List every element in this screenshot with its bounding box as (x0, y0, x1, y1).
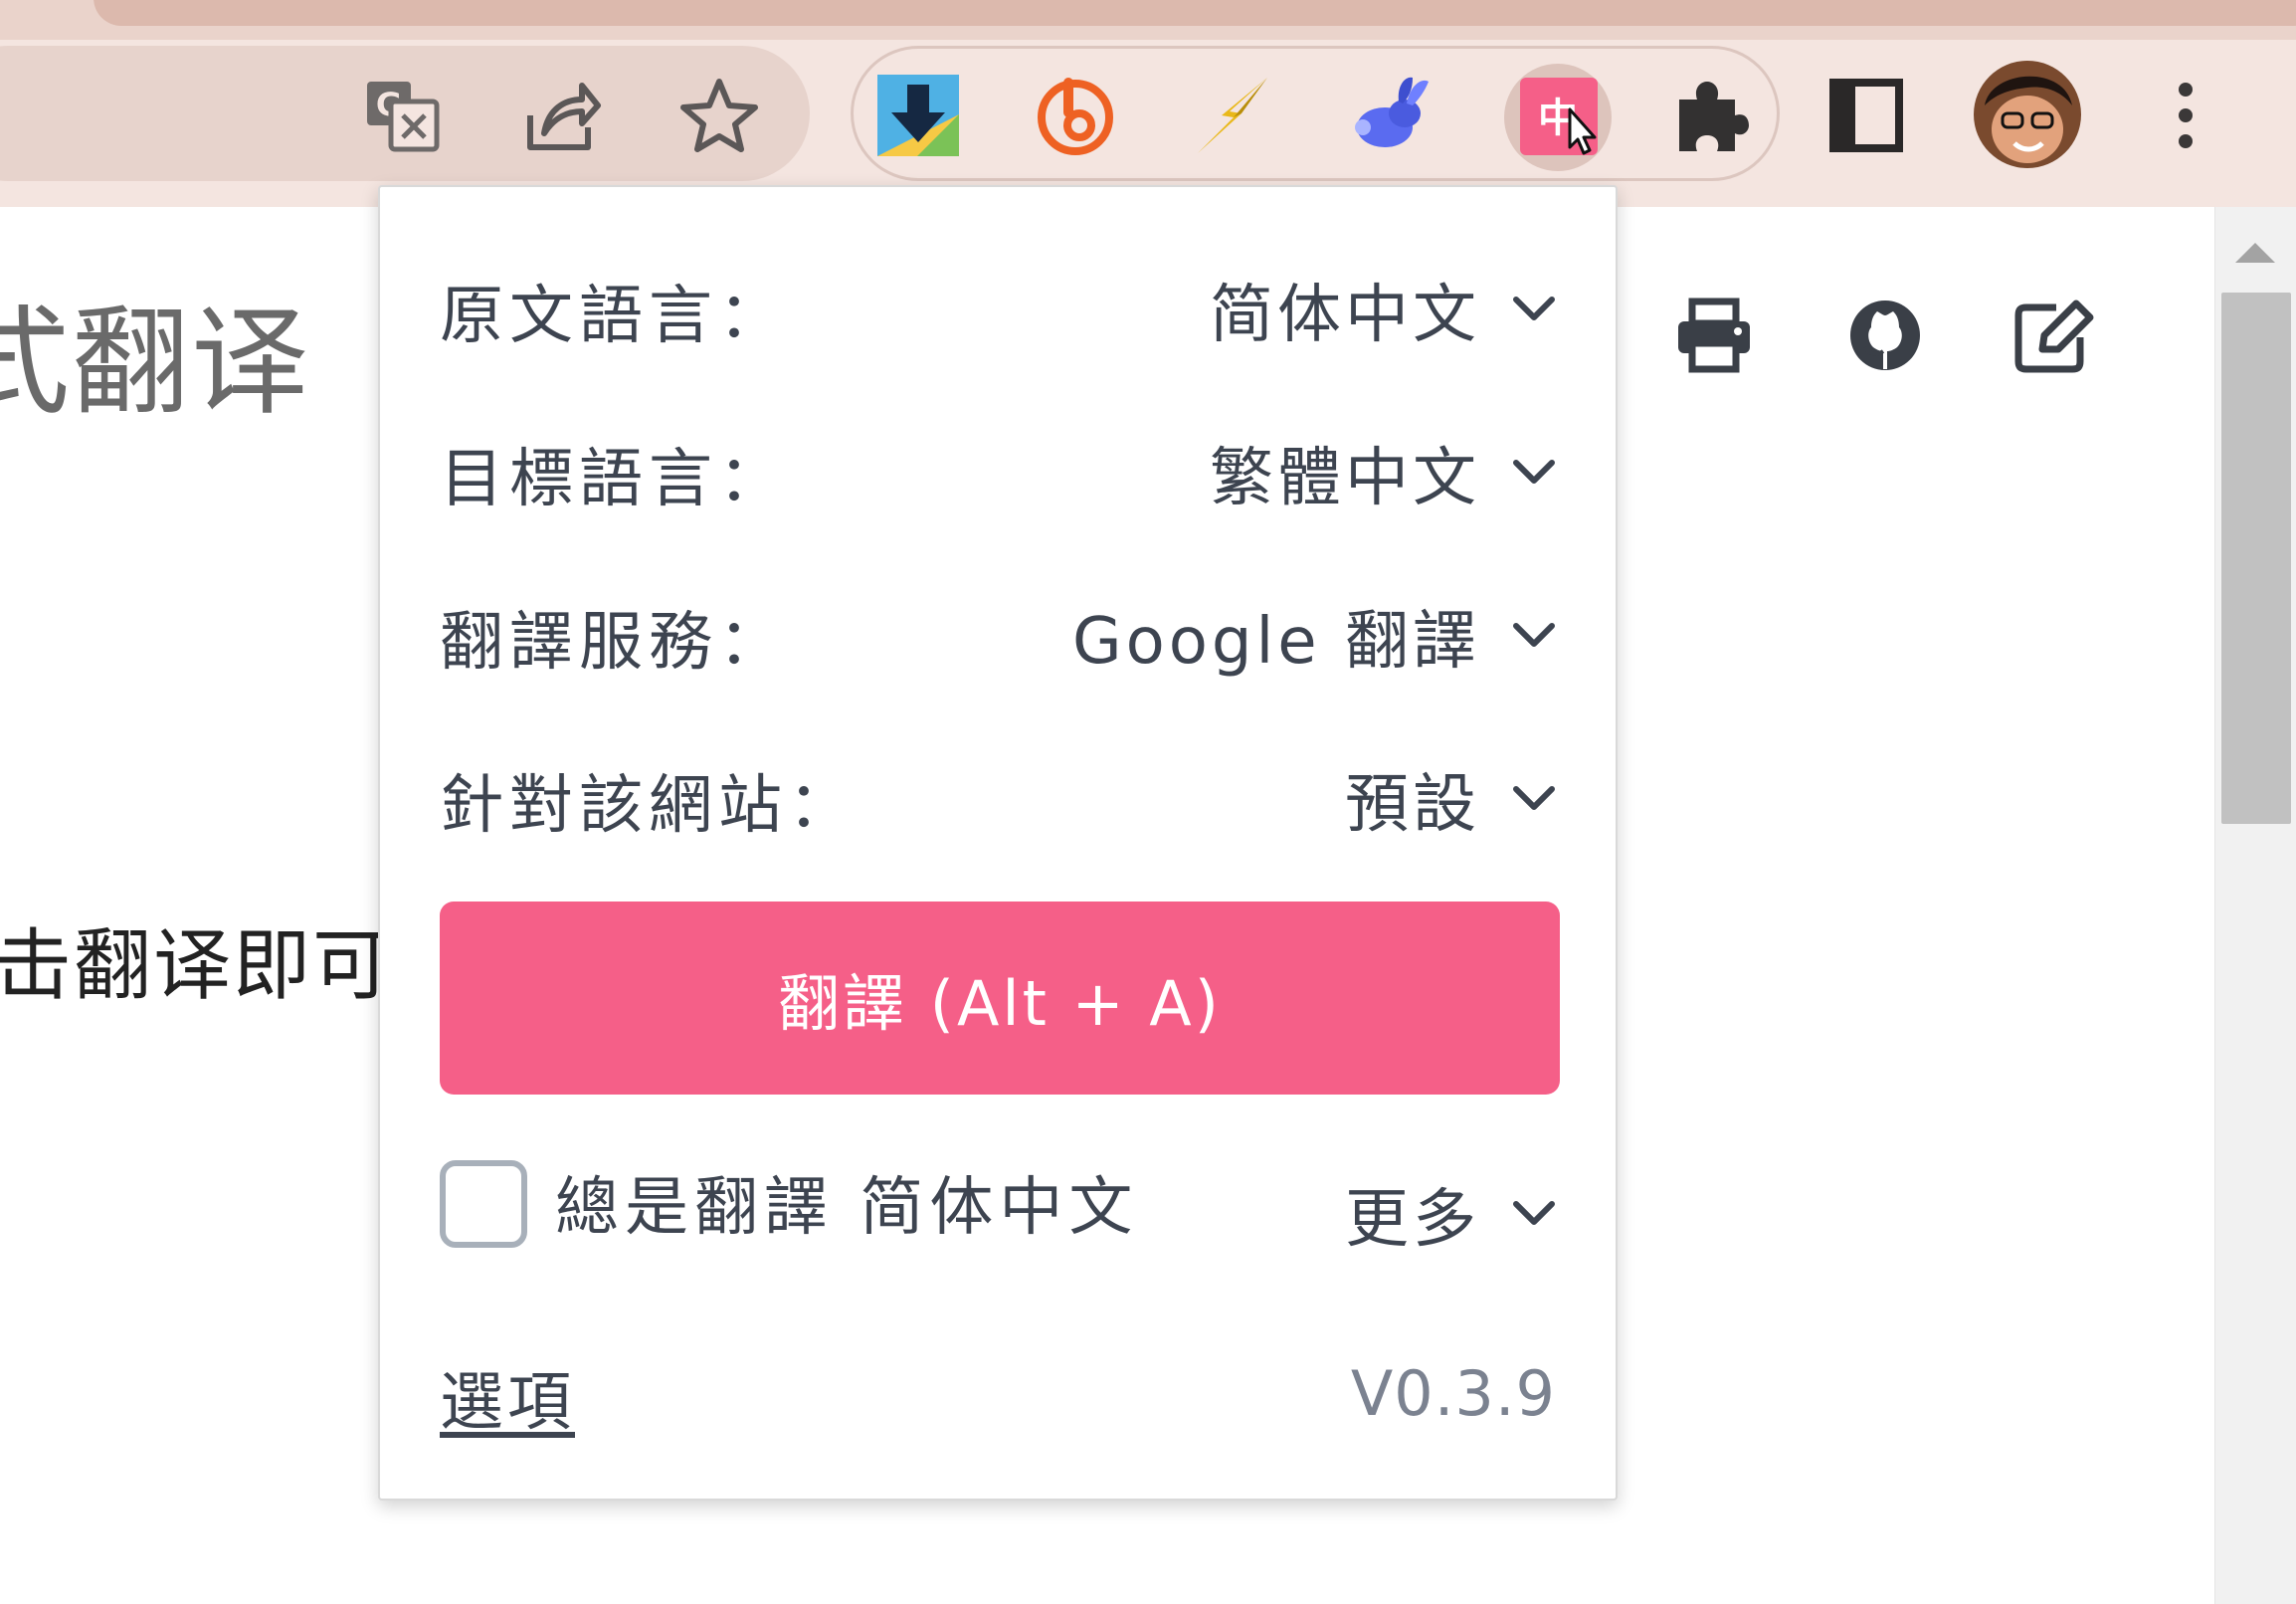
more-options-select[interactable]: 更多 (1345, 1168, 1560, 1260)
page-scrollbar[interactable] (2214, 207, 2296, 1604)
more-options-label: 更多 (1345, 1183, 1480, 1257)
target-language-row: 目標語言： 繁體中文 (440, 410, 1560, 519)
source-language-select[interactable]: 简体中文 (1210, 265, 1560, 354)
lightning-extension-icon[interactable] (1182, 66, 1281, 165)
always-translate-checkbox[interactable] (440, 1160, 527, 1248)
print-icon[interactable] (1669, 291, 1759, 380)
chevron-down-icon (1513, 1201, 1555, 1225)
options-link[interactable]: 選項 (440, 1351, 575, 1443)
translate-extension-popup: 原文語言： 简体中文 目標語言： 繁體中文 翻譯服務： Google 翻譯 針對… (378, 185, 1618, 1501)
target-language-select[interactable]: 繁體中文 (1210, 428, 1560, 517)
always-translate-label[interactable]: 總是翻譯 简体中文 (555, 1156, 1138, 1248)
immersive-translate-extension-icon[interactable]: 中 (1500, 64, 1616, 171)
chevron-down-icon (1513, 786, 1555, 810)
translation-service-label: 翻譯服務： (440, 606, 788, 680)
translation-service-select[interactable]: Google 翻譯 (1072, 591, 1560, 681)
source-language-row: 原文語言： 简体中文 (440, 247, 1560, 356)
translate-button[interactable]: 翻譯 (Alt + A) (440, 902, 1560, 1095)
rabbit-extension-icon[interactable] (1340, 66, 1439, 165)
side-panel-icon[interactable] (1817, 66, 1916, 165)
scroll-thumb[interactable] (2221, 293, 2291, 824)
chevron-down-icon (1513, 623, 1555, 647)
profile-avatar[interactable] (1973, 60, 2082, 169)
translation-service-row: 翻譯服務： Google 翻譯 (440, 573, 1560, 683)
github-icon[interactable] (1840, 291, 1930, 380)
source-language-value: 简体中文 (1210, 279, 1480, 352)
share-icon[interactable] (512, 66, 612, 165)
star-icon[interactable] (670, 66, 769, 165)
translation-service-value: Google 翻譯 (1071, 605, 1480, 679)
always-translate-row: 總是翻譯 简体中文 更多 (440, 1142, 1560, 1262)
page-heading-fragment: 式翻译 (0, 294, 311, 431)
target-language-value: 繁體中文 (1210, 442, 1480, 515)
extensions-group (851, 46, 1780, 181)
page-text-fragment: 击翻译即可 (0, 921, 393, 1011)
edit-icon[interactable] (2009, 291, 2099, 380)
target-language-label: 目標語言： (440, 443, 788, 516)
translate-icon[interactable]: G (353, 66, 453, 165)
menu-kebab-icon[interactable] (2136, 66, 2235, 165)
scroll-up-arrow-icon[interactable] (2235, 243, 2275, 263)
tab-strip (0, 0, 2296, 40)
version-label: V0.3.9 (1350, 1357, 1556, 1430)
browser-toolbar: G (0, 40, 2296, 207)
site-rule-row: 針對該網站： 預設 (440, 736, 1560, 846)
bitly-extension-icon[interactable] (1026, 66, 1125, 165)
active-tab[interactable] (94, 0, 2296, 26)
site-rule-select[interactable]: 預設 (1345, 754, 1560, 844)
source-language-label: 原文語言： (440, 280, 788, 353)
chevron-down-icon (1513, 460, 1555, 484)
chevron-down-icon (1513, 297, 1555, 320)
site-rule-label: 針對該網站： (440, 769, 858, 843)
extensions-puzzle-icon[interactable] (1659, 66, 1759, 165)
browser-window: G (0, 0, 2296, 1604)
download-extension-icon[interactable] (868, 66, 968, 165)
site-rule-value: 預設 (1345, 768, 1480, 842)
